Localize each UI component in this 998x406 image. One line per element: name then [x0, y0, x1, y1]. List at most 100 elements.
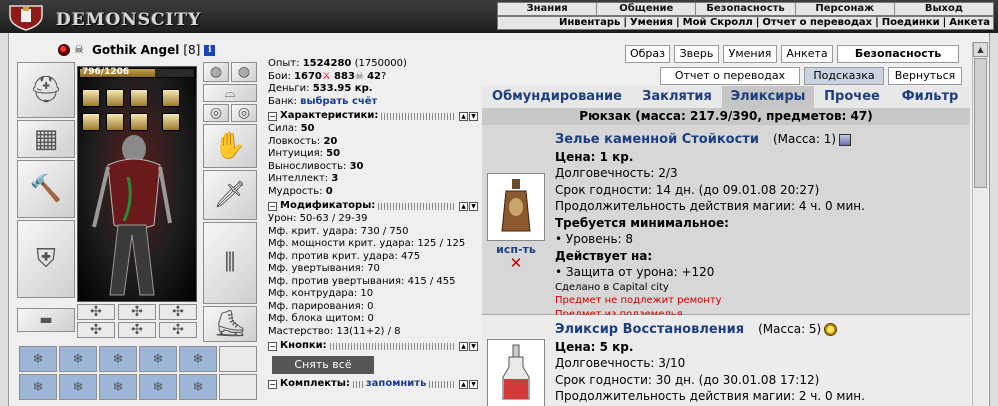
menu-character[interactable]: Персонаж — [796, 3, 895, 15]
tab-elixirs[interactable]: Эликсиры — [722, 86, 814, 108]
scroll-slot[interactable]: ❄ — [99, 346, 137, 372]
tab-filter[interactable]: Фильтр — [890, 86, 970, 108]
clan-icon[interactable]: ☠ — [74, 44, 88, 55]
info-icon[interactable]: i — [204, 44, 216, 56]
tab-spells[interactable]: Заклятия — [632, 86, 722, 108]
submenu-fights[interactable]: Поединки — [882, 17, 940, 28]
divider — [378, 203, 456, 210]
skills-button[interactable]: Умения — [723, 45, 777, 63]
boots-slot[interactable]: ⛸ — [203, 306, 257, 342]
move-up-icon[interactable]: ▲ — [459, 202, 468, 211]
modifier-row: Мф. парирования: 0 — [268, 300, 374, 312]
armor-slot[interactable]: ⛨ — [17, 220, 75, 298]
rune-slot[interactable]: ✣ — [77, 304, 115, 320]
rune-slot[interactable]: ✣ — [118, 304, 156, 320]
potion-image[interactable] — [487, 339, 545, 406]
scroll-icon: ❄ — [32, 379, 44, 395]
buff-icon[interactable] — [106, 89, 124, 107]
fights-row: Бои: 1670⚔ 883☠ 42? — [268, 71, 478, 84]
amulet-slot[interactable]: ⌓ — [203, 84, 257, 102]
page-scrollbar[interactable]: ▲ — [972, 42, 988, 406]
alignment-icon — [58, 44, 70, 56]
weapon-slot[interactable]: 🔨 — [17, 160, 75, 218]
submenu-transfer-report[interactable]: Отчет о переводах — [762, 17, 872, 28]
scroll-slot[interactable]: ❄ — [19, 374, 57, 400]
move-down-icon[interactable]: ▼ — [469, 112, 478, 121]
item-name[interactable]: Эликсир Восстановления — [555, 322, 744, 337]
scroll-thumb[interactable] — [974, 58, 987, 188]
exp-value: 1524280 — [302, 58, 352, 69]
scroll-slot[interactable]: ❄ — [179, 346, 217, 372]
rune-slot[interactable]: ✣ — [159, 322, 197, 338]
collapse-icon[interactable]: − — [268, 112, 277, 121]
security-button[interactable]: Безопасность — [837, 45, 959, 63]
back-button[interactable]: Вернуться — [888, 67, 962, 85]
rune-slot[interactable]: ✣ — [77, 322, 115, 338]
scroll-slot[interactable]: ❄ — [99, 374, 137, 400]
character-portrait — [77, 66, 197, 302]
scroll-slot[interactable]: ❄ — [19, 346, 57, 372]
submenu-profile[interactable]: Анкета — [949, 17, 990, 28]
bracers-slot[interactable]: ▦ — [17, 120, 75, 158]
move-up-icon[interactable]: ▲ — [459, 112, 468, 121]
menu-knowledge[interactable]: Знания — [498, 3, 598, 15]
characteristic-label: Интуиция: — [268, 148, 323, 159]
transfer-report-button[interactable]: Отчет о переводах — [660, 67, 800, 85]
modifier-row: Мф. крит. удара: 730 / 750 — [268, 225, 409, 237]
gloves-slot[interactable]: ✋ — [203, 124, 257, 168]
submenu-skills[interactable]: Умения — [630, 17, 673, 28]
legs-slot[interactable]: ⫴ — [203, 222, 257, 304]
modifier-row: Мф. против крит. удара: 475 — [268, 250, 421, 262]
submenu-my-scroll[interactable]: Мой Скролл — [683, 17, 753, 28]
rune-slot[interactable]: ✣ — [118, 322, 156, 338]
helmet-slot[interactable]: ⛑ — [17, 62, 75, 118]
menu-communication[interactable]: Общение — [597, 3, 697, 15]
collapse-icon[interactable]: − — [268, 380, 277, 389]
item-name[interactable]: Зелье каменной Стойкости — [555, 132, 759, 147]
buff-icon[interactable] — [130, 89, 148, 107]
ring-slot[interactable]: ◍ — [231, 62, 257, 82]
delete-item-icon[interactable]: ✕ — [485, 256, 547, 271]
fights-label: Бои: — [268, 70, 291, 82]
scroll-slot-empty[interactable] — [219, 346, 257, 372]
menu-exit[interactable]: Выход — [895, 3, 993, 15]
scroll-slot[interactable]: ❄ — [139, 374, 177, 400]
move-up-icon[interactable]: ▲ — [459, 380, 468, 389]
ring-slot[interactable]: ◎ — [203, 104, 229, 122]
rune-icon: ✣ — [172, 304, 184, 320]
beast-button[interactable]: Зверь — [674, 45, 719, 63]
belt-slot[interactable]: ▬ — [17, 308, 75, 332]
site-logo[interactable]: DEMONSCITY — [56, 10, 201, 30]
menu-security[interactable]: Безопасность — [696, 3, 796, 15]
submenu-inventory[interactable]: Инвентарь — [559, 17, 620, 28]
hint-button[interactable]: Подсказка — [804, 67, 884, 85]
bank-select-link[interactable]: выбрать счёт — [300, 96, 377, 107]
scroll-slot[interactable]: ❄ — [59, 346, 97, 372]
collapse-icon[interactable]: − — [268, 342, 277, 351]
profile-button[interactable]: Анкета — [781, 45, 833, 63]
tab-equipment[interactable]: Обмундирование — [482, 86, 632, 108]
unequip-all-button[interactable]: Снять всё — [272, 356, 374, 374]
scroll-slot-empty[interactable] — [219, 374, 257, 400]
move-down-icon[interactable]: ▼ — [469, 380, 478, 389]
ring-slot[interactable]: ◎ — [231, 104, 257, 122]
appearance-button[interactable]: Образ — [625, 45, 670, 63]
rune-slot[interactable]: ✣ — [159, 304, 197, 320]
offhand-slot[interactable]: 🗡 — [203, 170, 257, 220]
remember-set-link[interactable]: запомнить — [366, 378, 427, 391]
buff-icon[interactable] — [162, 89, 180, 107]
character-name: Gothik Angel — [92, 43, 180, 57]
scroll-slot[interactable]: ❄ — [139, 346, 177, 372]
tab-other[interactable]: Прочее — [814, 86, 890, 108]
move-down-icon[interactable]: ▼ — [469, 202, 478, 211]
scroll-up-icon[interactable]: ▲ — [973, 42, 988, 57]
move-up-icon[interactable]: ▲ — [459, 342, 468, 351]
scroll-slot[interactable]: ❄ — [179, 374, 217, 400]
move-down-icon[interactable]: ▼ — [469, 342, 478, 351]
collapse-icon[interactable]: − — [268, 202, 277, 211]
scroll-slot[interactable]: ❄ — [59, 374, 97, 400]
ring-slot[interactable]: ◍ — [203, 62, 229, 82]
potion-image[interactable] — [487, 173, 545, 241]
buff-icon[interactable] — [82, 89, 100, 107]
divider — [352, 381, 363, 388]
